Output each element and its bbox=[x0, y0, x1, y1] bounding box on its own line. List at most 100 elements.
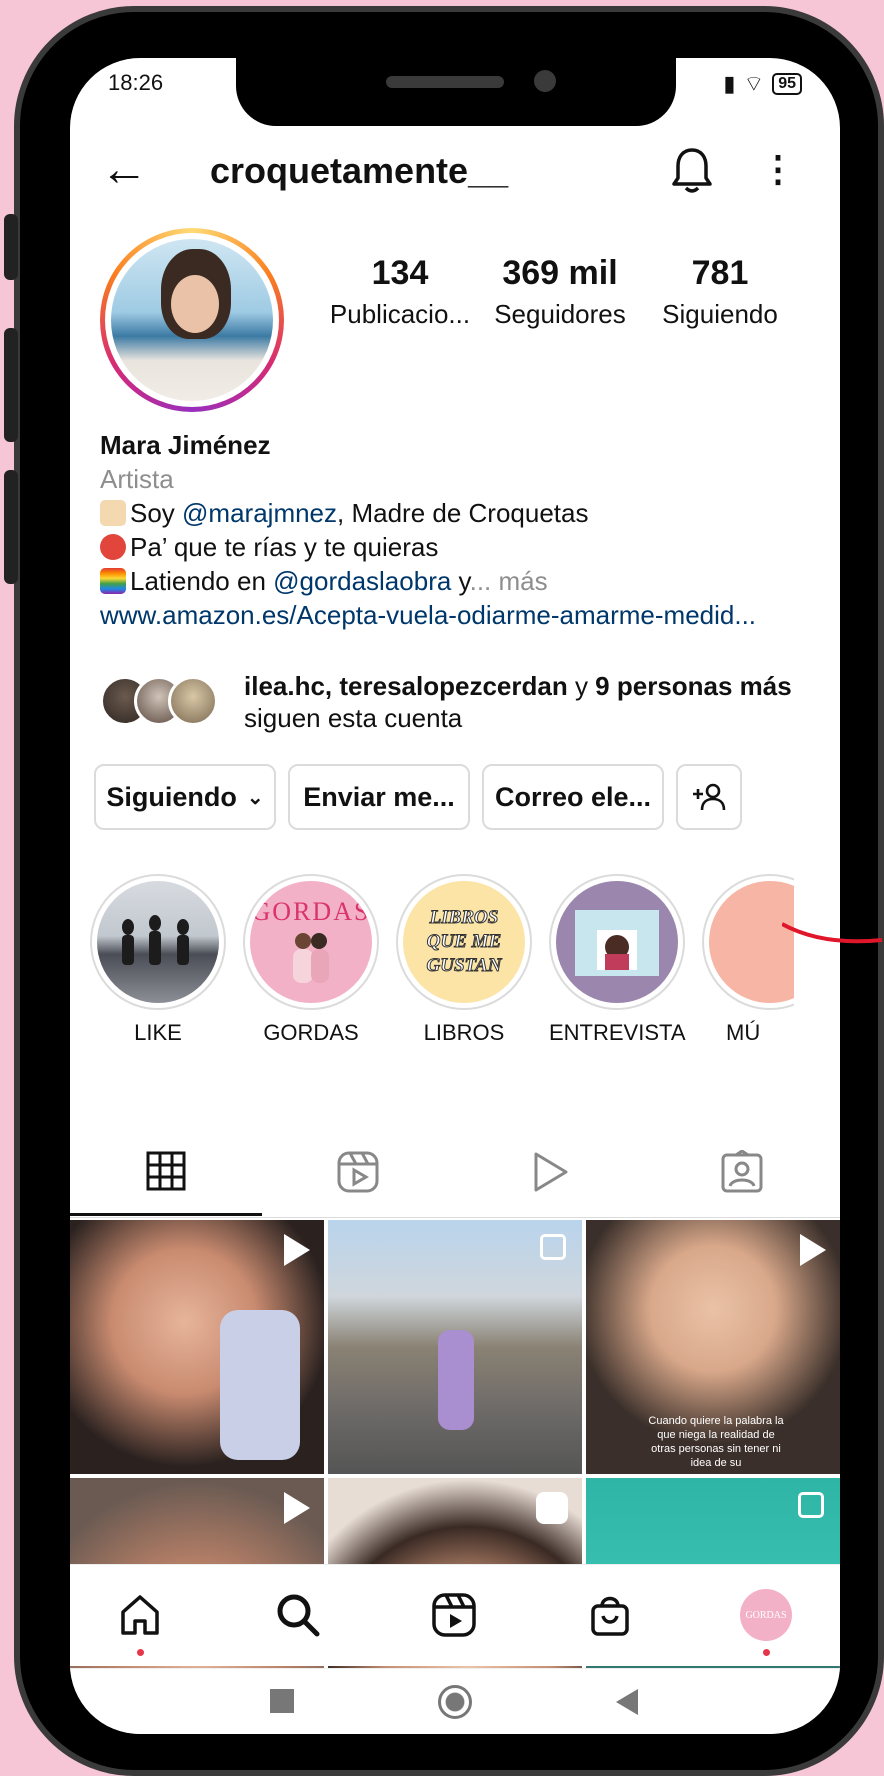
bio-text: Latiendo en bbox=[130, 566, 274, 596]
follower-others: 9 personas más bbox=[595, 671, 792, 701]
profile-header: ← croquetamente__ ⋮ bbox=[70, 138, 840, 208]
wifi-icon: ⌔ bbox=[743, 71, 765, 96]
follower-names: ilea.hc, teresalopezcerdan bbox=[244, 671, 568, 701]
signal-icon: ▮ bbox=[723, 71, 736, 96]
grid-icon bbox=[146, 1151, 186, 1190]
nav-reels[interactable] bbox=[422, 1583, 486, 1647]
bell-icon[interactable] bbox=[670, 146, 714, 199]
nav-profile[interactable]: GORDAS bbox=[734, 1583, 798, 1656]
highlight-entrevista[interactable]: ENTREVISTA bbox=[549, 874, 686, 1046]
website-link[interactable]: www.amazon.es/Acepta-vuela-odiarme-amarm… bbox=[100, 598, 820, 632]
highlight-like[interactable]: LIKE bbox=[90, 874, 226, 1046]
highlight-label: MÚ bbox=[726, 1020, 761, 1045]
profile-stats: 134 Publicacio... 369 mil Seguidores 781… bbox=[320, 254, 820, 330]
stat-value: 369 mil bbox=[502, 254, 618, 292]
highlight-label: LIBROS bbox=[423, 1020, 505, 1045]
annotation-swipe-mark bbox=[782, 922, 883, 944]
stat-label: Seguidores bbox=[494, 299, 626, 329]
reels-badge-icon bbox=[536, 1492, 568, 1524]
mention-link[interactable]: @marajmnez bbox=[182, 498, 337, 528]
stat-followers[interactable]: 369 mil Seguidores bbox=[480, 254, 640, 330]
reels-icon bbox=[432, 1593, 476, 1637]
tab-grid[interactable] bbox=[70, 1128, 262, 1216]
person-emoji-icon bbox=[100, 500, 126, 526]
profile-category: Artista bbox=[100, 464, 174, 494]
bio-text: , Madre de Croquetas bbox=[337, 498, 589, 528]
highlight-label: ENTREVISTA bbox=[549, 1020, 686, 1045]
shopping-bag-icon bbox=[591, 1596, 629, 1636]
status-time: 18:26 bbox=[108, 70, 164, 95]
tab-tagged[interactable] bbox=[646, 1128, 838, 1216]
profile-name: Mara Jiménez bbox=[100, 430, 271, 460]
highlight-gordas[interactable]: GORDAS GORDAS bbox=[243, 874, 379, 1046]
highlight-mu[interactable]: MÚ bbox=[702, 874, 794, 1046]
stat-posts[interactable]: 134 Publicacio... bbox=[320, 254, 480, 330]
video-icon bbox=[534, 1152, 568, 1192]
reel-badge-icon bbox=[284, 1492, 310, 1524]
bio-text: Soy bbox=[130, 498, 183, 528]
mention-link[interactable]: @gordaslaobra bbox=[273, 566, 451, 596]
highlight-label: GORDAS bbox=[263, 1020, 359, 1045]
tagged-icon bbox=[721, 1150, 763, 1193]
nav-avatar-text: GORDAS bbox=[745, 1609, 787, 1621]
reel-badge-icon bbox=[284, 1234, 310, 1266]
camera-notch bbox=[236, 58, 676, 126]
bio-line-1: Soy @marajmnez, Madre de Croquetas bbox=[100, 496, 820, 530]
chevron-down-icon: ⌄ bbox=[246, 786, 264, 809]
bio-more-link[interactable]: ... más bbox=[470, 566, 548, 596]
post-caption: Cuando quiere la palabra la que niega la… bbox=[648, 1415, 784, 1469]
stat-value: 781 bbox=[691, 254, 749, 292]
follower-suffix: siguen esta cuenta bbox=[244, 703, 463, 733]
carousel-badge-icon bbox=[540, 1234, 566, 1260]
carousel-badge-icon bbox=[798, 1492, 824, 1518]
nav-shop[interactable] bbox=[578, 1583, 642, 1647]
notification-dot bbox=[763, 1649, 770, 1656]
more-options-icon[interactable]: ⋮ bbox=[760, 148, 796, 190]
reels-icon bbox=[337, 1151, 379, 1193]
action-buttons: Siguiendo ⌄ Enviar me... Correo ele... bbox=[94, 764, 824, 830]
bio-text: y bbox=[451, 566, 470, 596]
following-label: Siguiendo bbox=[106, 781, 237, 812]
bio-text: Pa’ que te rías y te quieras bbox=[130, 532, 439, 562]
home-button-icon[interactable] bbox=[438, 1685, 472, 1719]
email-button[interactable]: Correo ele... bbox=[482, 764, 664, 830]
highlight-libros[interactable]: LIBROS QUE ME GUSTAN LIBROS bbox=[396, 874, 532, 1046]
reel-badge-icon bbox=[800, 1234, 826, 1266]
profile-tabs bbox=[70, 1128, 840, 1218]
stat-value: 134 bbox=[371, 254, 429, 292]
post-thumbnail[interactable] bbox=[70, 1220, 324, 1474]
highlight-label: LIKE bbox=[134, 1020, 182, 1045]
back-icon[interactable] bbox=[616, 1689, 638, 1715]
nav-home[interactable] bbox=[108, 1583, 172, 1656]
stat-following[interactable]: 781 Siguiendo bbox=[640, 254, 800, 330]
highlight-cover-text: LIBROS QUE ME GUSTAN bbox=[426, 907, 502, 977]
follower-connector: y bbox=[567, 671, 596, 701]
rainbow-emoji-icon bbox=[100, 568, 126, 594]
post-thumbnail[interactable]: Cuando quiere la palabra la que niega la… bbox=[586, 1220, 840, 1474]
screen: 18:26 ▮ ⌔ 95 ← croquetamente__ ⋮ 134 Pub… bbox=[70, 58, 840, 1734]
back-arrow-icon[interactable]: ← bbox=[100, 146, 148, 194]
nav-search[interactable] bbox=[266, 1583, 330, 1647]
profile-avatar[interactable] bbox=[100, 228, 284, 412]
profile-bio: Mara Jiménez Artista Soy @marajmnez, Mad… bbox=[100, 428, 820, 632]
followed-by-text: ilea.hc, teresalopezcerdan y 9 personas … bbox=[244, 670, 792, 734]
followed-by[interactable]: ilea.hc, teresalopezcerdan y 9 personas … bbox=[100, 670, 820, 740]
phone-volume-down bbox=[4, 470, 18, 584]
add-user-button[interactable] bbox=[676, 764, 742, 830]
story-highlights: LIKE GORDAS GORDAS LIBROS QUE ME GUSTAN … bbox=[90, 874, 840, 1045]
message-button[interactable]: Enviar me... bbox=[288, 764, 470, 830]
bio-line-2: Pa’ que te rías y te quieras bbox=[100, 530, 820, 564]
profile-username: croquetamente__ bbox=[210, 150, 509, 191]
tab-reels[interactable] bbox=[262, 1128, 454, 1216]
notification-dot bbox=[137, 1649, 144, 1656]
recents-icon[interactable] bbox=[270, 1689, 294, 1713]
search-icon bbox=[277, 1594, 320, 1637]
bio-line-3: Latiendo en @gordaslaobra y... más bbox=[100, 564, 820, 598]
tab-videos[interactable] bbox=[454, 1128, 646, 1216]
home-icon bbox=[121, 1595, 159, 1635]
following-button[interactable]: Siguiendo ⌄ bbox=[94, 764, 276, 830]
stat-label: Publicacio... bbox=[329, 299, 471, 329]
bottom-navigation: GORDAS bbox=[70, 1564, 840, 1666]
system-navigation bbox=[70, 1668, 840, 1734]
post-thumbnail[interactable] bbox=[328, 1220, 582, 1474]
